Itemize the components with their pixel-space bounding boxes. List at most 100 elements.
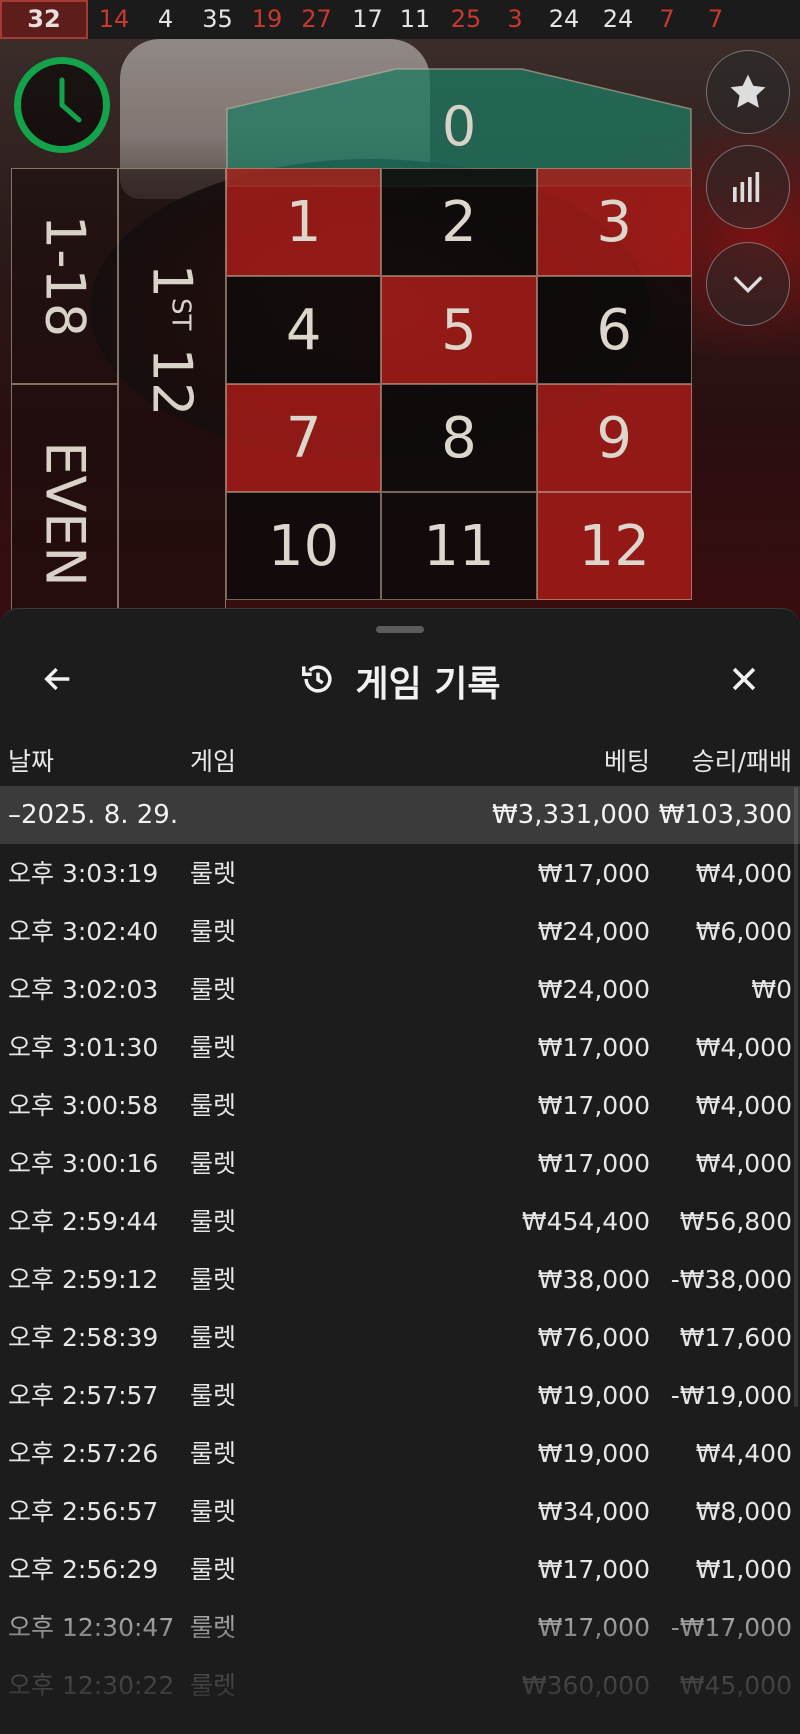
bet-spot-number[interactable]: 10 <box>226 492 382 600</box>
date-group-bet-total: ₩3,331,000 <box>491 800 650 830</box>
bet-spot-number[interactable]: 8 <box>381 384 537 492</box>
roulette-game-area: 0 1-18 EVEN 1ST 12 1 2 3 4 5 6 7 8 9 10 11 12 <box>0 39 800 669</box>
bet-spot-number[interactable]: 5 <box>381 276 537 384</box>
row-win-loss: ₩4,000 <box>695 1091 792 1120</box>
row-bet: ₩17,000 <box>537 1033 650 1062</box>
row-time: 오후 3:02:03 <box>8 975 159 1004</box>
row-bet: ₩17,000 <box>537 859 650 888</box>
row-bet: ₩19,000 <box>537 1439 650 1468</box>
row-win-loss: -₩17,000 <box>670 1613 792 1642</box>
low-label: 1-18 <box>33 214 96 338</box>
chevron-down-icon <box>728 264 768 304</box>
row-bet: ₩454,400 <box>521 1207 650 1236</box>
history-row[interactable]: 오후 3:02:40 룰렛 ₩24,000 ₩6,000 <box>0 903 800 961</box>
row-time: 오후 3:01:30 <box>8 1033 159 1062</box>
row-game: 룰렛 <box>190 917 237 946</box>
bet-spot-even[interactable]: EVEN <box>11 384 118 644</box>
history-row[interactable]: 오후 2:57:26 룰렛 ₩19,000 ₩4,400 <box>0 1425 800 1483</box>
zero-label: 0 <box>441 95 477 158</box>
row-time: 오후 12:30:22 <box>8 1671 175 1700</box>
game-history-sheet: 게임 기록 날짜 게임 베팅 승리/패배 –2025. 8. 29. ₩3,33… <box>0 608 800 1734</box>
history-row[interactable]: 오후 3:01:30 룰렛 ₩17,000 ₩4,000 <box>0 1019 800 1077</box>
row-win-loss: ₩4,000 <box>695 859 792 888</box>
row-win-loss: ₩8,000 <box>695 1497 792 1526</box>
close-icon <box>727 662 761 700</box>
history-row[interactable]: 오후 3:00:16 룰렛 ₩17,000 ₩4,000 <box>0 1135 800 1193</box>
row-time: 오후 2:56:57 <box>8 1497 159 1526</box>
bet-spot-1-18[interactable]: 1-18 <box>11 168 118 384</box>
row-win-loss: ₩56,800 <box>679 1207 792 1236</box>
history-row[interactable]: 오후 3:03:19 룰렛 ₩17,000 ₩4,000 <box>0 845 800 903</box>
row-time: 오후 3:00:58 <box>8 1091 159 1120</box>
back-button[interactable] <box>34 657 82 705</box>
result-number: 25 <box>450 5 482 33</box>
row-win-loss: ₩4,000 <box>695 1033 792 1062</box>
row-game: 룰렛 <box>190 1381 237 1410</box>
result-number: 7 <box>659 5 675 33</box>
bet-spot-number[interactable]: 7 <box>226 384 382 492</box>
row-bet: ₩76,000 <box>537 1323 650 1352</box>
history-row[interactable]: 오후 12:30:47 룰렛 ₩17,000 -₩17,000 <box>0 1599 800 1657</box>
bet-spot-number[interactable]: 9 <box>536 384 692 492</box>
result-number: 24 <box>602 5 634 33</box>
row-game: 룰렛 <box>190 1033 237 1062</box>
row-bet: ₩24,000 <box>537 975 650 1004</box>
row-time: 오후 3:00:16 <box>8 1149 159 1178</box>
row-game: 룰렛 <box>190 859 237 888</box>
result-number: 3 <box>507 5 523 33</box>
statistics-icon <box>728 167 768 207</box>
bet-spot-number[interactable]: 6 <box>536 276 692 384</box>
sheet-drag-handle[interactable] <box>376 626 424 633</box>
row-win-loss: ₩0 <box>751 975 792 1004</box>
history-row[interactable]: 오후 2:56:57 룰렛 ₩34,000 ₩8,000 <box>0 1483 800 1541</box>
bet-spot-first-dozen[interactable]: 1ST 12 <box>118 168 226 644</box>
row-win-loss: ₩6,000 <box>695 917 792 946</box>
sheet-title: 게임 기록 <box>355 664 501 705</box>
result-number: 11 <box>399 5 431 33</box>
row-bet: ₩19,000 <box>537 1381 650 1410</box>
recent-results-strip: 32 14 4 35 19 27 17 11 25 3 24 24 7 7 <box>0 0 800 39</box>
statistics-button[interactable] <box>706 145 790 229</box>
dozen-label: 1ST 12 <box>140 263 204 416</box>
history-row[interactable]: 오후 3:02:03 룰렛 ₩24,000 ₩0 <box>0 961 800 1019</box>
bet-spot-number[interactable]: 4 <box>226 276 382 384</box>
row-win-loss: ₩45,000 <box>679 1671 792 1700</box>
history-row[interactable]: 오후 2:56:29 룰렛 ₩17,000 ₩1,000 <box>0 1541 800 1599</box>
bet-spot-number[interactable]: 1 <box>226 168 382 276</box>
row-game: 룰렛 <box>190 1439 237 1468</box>
history-row[interactable]: 오후 3:00:58 룰렛 ₩17,000 ₩4,000 <box>0 1077 800 1135</box>
history-row[interactable]: 오후 2:57:57 룰렛 ₩19,000 -₩19,000 <box>0 1367 800 1425</box>
bet-spot-number[interactable]: 3 <box>536 168 692 276</box>
header-win-loss: 승리/패배 <box>691 747 792 776</box>
history-row[interactable]: 오후 12:30:22 룰렛 ₩360,000 ₩45,000 <box>0 1657 800 1715</box>
bet-spot-number[interactable]: 11 <box>381 492 537 600</box>
result-number: 27 <box>301 5 332 33</box>
row-bet: ₩38,000 <box>537 1265 650 1294</box>
favorite-button[interactable] <box>706 50 790 134</box>
history-row[interactable]: 오후 2:58:39 룰렛 ₩76,000 ₩17,600 <box>0 1309 800 1367</box>
row-game: 룰렛 <box>190 1613 237 1642</box>
history-row[interactable]: 오후 2:59:12 룰렛 ₩38,000 -₩38,000 <box>0 1251 800 1309</box>
date-group-label: –2025. 8. 29. <box>8 800 179 830</box>
clock-icon <box>14 57 110 153</box>
scrollbar[interactable] <box>794 787 798 1407</box>
history-row[interactable]: 오후 2:59:44 룰렛 ₩454,400 ₩56,800 <box>0 1193 800 1251</box>
row-bet: ₩17,000 <box>537 1091 650 1120</box>
close-button[interactable] <box>720 657 768 705</box>
row-win-loss: ₩4,000 <box>695 1149 792 1178</box>
star-icon <box>726 70 770 114</box>
result-number: 14 <box>98 5 130 33</box>
result-number: 32 <box>0 0 88 39</box>
bet-spot-number[interactable]: 12 <box>536 492 692 600</box>
row-game: 룰렛 <box>190 1671 237 1700</box>
row-time: 오후 2:58:39 <box>8 1323 159 1352</box>
row-bet: ₩360,000 <box>521 1671 650 1700</box>
row-time: 오후 2:59:44 <box>8 1207 159 1236</box>
row-win-loss: -₩19,000 <box>670 1381 792 1410</box>
history-list: 오후 3:03:19 룰렛 ₩17,000 ₩4,000 오후 3:02:40 룰렛 ₩24… <box>0 845 800 1715</box>
bet-spot-number[interactable]: 2 <box>381 168 537 276</box>
row-game: 룰렛 <box>190 975 237 1004</box>
result-number: 35 <box>202 5 233 33</box>
date-group-row[interactable]: –2025. 8. 29. ₩3,331,000 ₩103,300 <box>0 786 800 844</box>
collapse-button[interactable] <box>706 242 790 326</box>
